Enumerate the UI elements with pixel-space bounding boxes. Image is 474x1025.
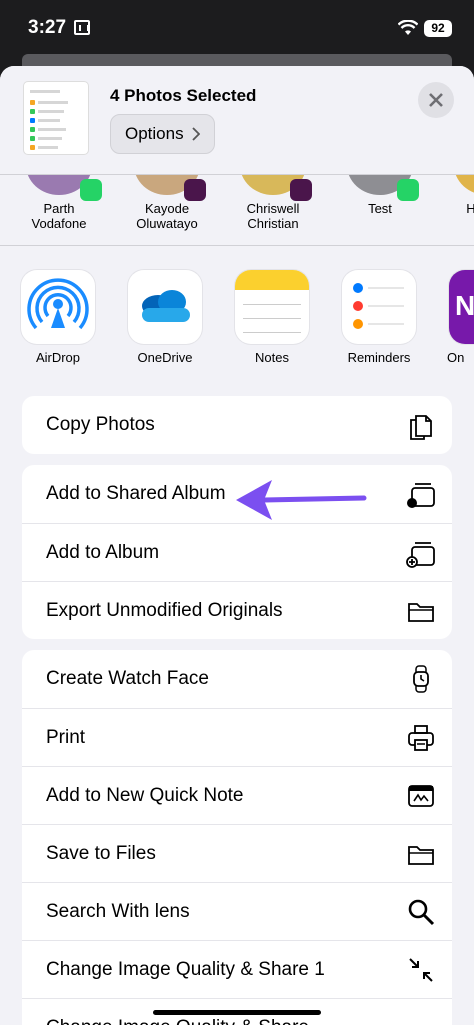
sim-icon: [74, 20, 90, 35]
close-button[interactable]: [418, 82, 454, 118]
annotation-arrow: [236, 480, 367, 520]
app-label: On: [447, 350, 465, 365]
action-save-to-files[interactable]: Save to Files: [22, 824, 452, 882]
photo-thumbnail: [24, 82, 88, 154]
printer-icon: [408, 725, 434, 751]
chevron-right-icon: [191, 127, 200, 141]
app-label: OneDrive: [137, 350, 193, 365]
whatsapp-icon: [397, 179, 419, 201]
action-label: Copy Photos: [46, 414, 155, 435]
action-label: Change Image Quality & Share 1: [46, 958, 325, 980]
action-print[interactable]: Print: [22, 708, 452, 766]
action-add-to-album[interactable]: Add to Album: [22, 523, 452, 581]
action-label: Save to Files: [46, 842, 156, 864]
action-label: Export Unmodified Originals: [46, 599, 283, 621]
onedrive-icon: [128, 270, 202, 344]
add-album-icon: [406, 542, 435, 568]
people-suggestions-row: Parth Vodafone Kayode Oluwatayo Chriswell C…: [0, 174, 474, 246]
slack-icon: [290, 179, 312, 201]
wifi-icon: [398, 20, 418, 35]
action-label: Change Image Quality & Share: [46, 1017, 309, 1025]
action-label: Add to New Quick Note: [46, 784, 244, 806]
action-label: Print: [46, 726, 86, 748]
battery-indicator: 92: [424, 20, 452, 37]
quick-note-icon: [408, 785, 434, 807]
action-label: Create Watch Face: [46, 668, 209, 689]
compress-icon: [409, 958, 433, 982]
app-share-row: AirDrop OneDrive Notes Reminders N On: [0, 270, 474, 370]
action-add-quick-note[interactable]: Add to New Quick Note: [22, 766, 452, 824]
watch-icon: [413, 665, 429, 693]
options-button[interactable]: Options: [110, 114, 215, 154]
slack-icon: [184, 179, 206, 201]
notes-icon: [235, 270, 309, 344]
folder-icon: [408, 846, 434, 865]
app-onedrive[interactable]: OneDrive: [120, 270, 210, 365]
app-label: AirDrop: [35, 350, 81, 365]
status-bar: 3:27 92: [0, 0, 474, 58]
app-label: Reminders: [347, 350, 411, 365]
action-label: Search With lens: [46, 900, 190, 922]
action-copy-photos[interactable]: Copy Photos: [22, 396, 452, 454]
app-onenote[interactable]: N On: [441, 270, 474, 365]
action-create-watch-face[interactable]: Create Watch Face: [22, 650, 452, 708]
avatar: [454, 175, 474, 195]
options-label: Options: [125, 124, 184, 143]
share-header: 4 Photos Selected Options: [0, 66, 474, 174]
home-indicator: [153, 1010, 321, 1015]
share-sheet: 4 Photos Selected Options Parth Vodafone …: [0, 66, 474, 1025]
onenote-icon: N: [449, 270, 474, 344]
action-group-copy: Copy Photos: [22, 396, 452, 454]
whatsapp-icon: [80, 179, 102, 201]
app-label: Notes: [255, 350, 289, 365]
copy-icon: [410, 415, 432, 440]
shared-album-icon: [407, 483, 435, 508]
app-airdrop[interactable]: AirDrop: [13, 270, 103, 365]
sheet-title: 4 Photos Selected: [110, 86, 257, 105]
action-search-with-lens[interactable]: Search With lens: [22, 882, 452, 940]
close-icon: [429, 93, 443, 107]
folder-icon: [408, 603, 434, 622]
action-export-unmodified-originals[interactable]: Export Unmodified Originals: [22, 581, 452, 639]
action-group-more: Create Watch Face Print Add to New Quick…: [22, 650, 452, 1025]
reminders-icon: [342, 270, 416, 344]
action-label: Add to Shared Album: [46, 483, 226, 504]
app-notes[interactable]: Notes: [227, 270, 317, 365]
search-icon: [408, 899, 435, 926]
action-label: Add to Album: [46, 541, 160, 563]
airdrop-icon: [21, 270, 95, 344]
status-time: 3:27: [28, 17, 67, 38]
action-change-image-quality-share-1[interactable]: Change Image Quality & Share 1: [22, 940, 452, 998]
app-reminders[interactable]: Reminders: [334, 270, 424, 365]
